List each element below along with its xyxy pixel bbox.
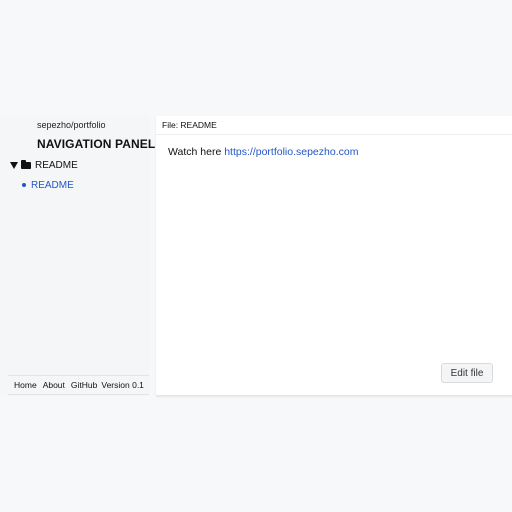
file-header: File: README xyxy=(156,116,512,135)
edit-file-button[interactable]: Edit file xyxy=(441,363,493,383)
footer-github-link[interactable]: GitHub xyxy=(71,380,97,390)
navigation-sidebar: sepezho/portfolio NAVIGATION PANEL READM… xyxy=(0,116,155,396)
dot-icon xyxy=(22,183,26,187)
file-header-label: File: README xyxy=(162,120,217,130)
tree-file-readme[interactable]: README xyxy=(22,178,74,192)
caret-down-icon[interactable] xyxy=(10,161,18,169)
footer-home-link[interactable]: Home xyxy=(14,380,37,390)
file-viewer-panel: File: README Watch here https://portfoli… xyxy=(156,116,512,396)
footer-about-link[interactable]: About xyxy=(43,380,65,390)
repo-name: sepezho/portfolio xyxy=(37,120,106,130)
file-content: Watch here https://portfolio.sepezho.com xyxy=(168,146,358,158)
portfolio-link[interactable]: https://portfolio.sepezho.com xyxy=(224,146,358,158)
panel-title: NAVIGATION PANEL xyxy=(37,137,156,151)
sidebar-footer: Home About GitHub Version 0.1 xyxy=(8,375,149,395)
folder-icon xyxy=(21,160,31,169)
version-label: Version 0.1 xyxy=(101,380,144,390)
app-window: sepezho/portfolio NAVIGATION PANEL READM… xyxy=(0,116,512,396)
tree-file-label: README xyxy=(31,179,74,191)
content-text: Watch here xyxy=(168,146,225,158)
tree-folder-readme[interactable]: README xyxy=(10,158,78,172)
tree-folder-label: README xyxy=(35,159,78,171)
